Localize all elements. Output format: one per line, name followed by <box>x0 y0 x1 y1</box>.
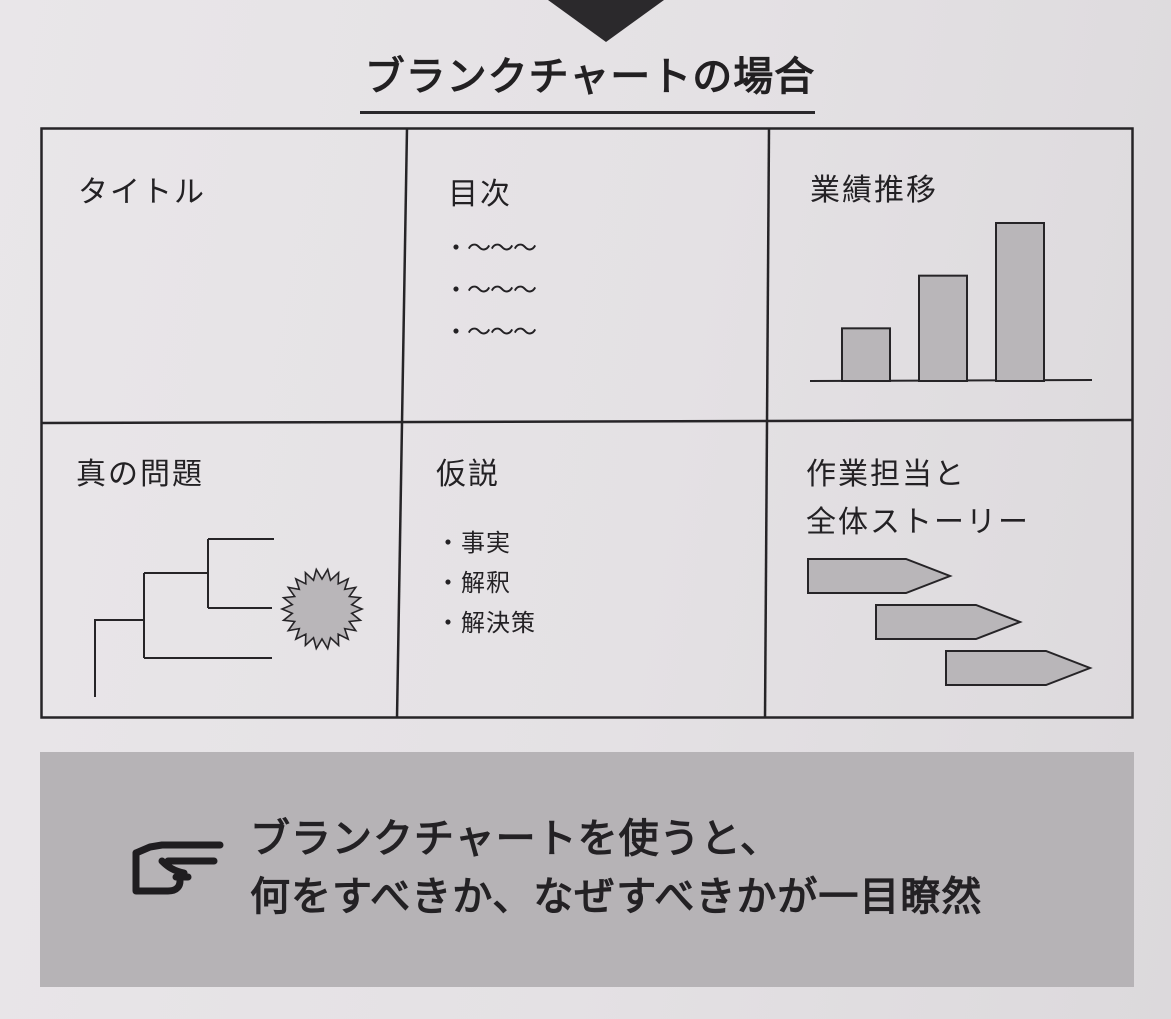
bar-graphic <box>809 222 1093 383</box>
blank-chart-grid: タイトル 目次 ・〜〜〜 ・〜〜〜 ・〜〜〜 業績推移 真の問題 仮説 ・事実 … <box>40 127 1134 719</box>
step-arrow-3 <box>945 650 1093 686</box>
list-item: ・解決策 <box>436 609 536 637</box>
step-arrow-2 <box>875 604 1023 640</box>
summary-callout: ブランクチャートを使うと、 何をすべきか、なぜすべきかが一目瞭然 <box>40 752 1134 987</box>
step-arrow-1 <box>807 558 953 594</box>
list-item: ・〜〜〜 <box>444 234 537 262</box>
cell-true-problem: 真の問題 <box>40 423 398 717</box>
cell-hypothesis: 仮説 ・事実 ・解釈 ・解決策 <box>400 423 764 717</box>
list-item: ・〜〜〜 <box>444 276 537 304</box>
problem-burst-icon <box>279 567 365 651</box>
cell-label: 目次 <box>448 177 512 212</box>
cell-assignment: 作業担当と 全体ストーリー <box>766 423 1132 717</box>
performance-bar <box>841 327 891 382</box>
list-item: ・解釈 <box>436 569 511 597</box>
callout-line-1: ブランクチャートを使うと、 <box>250 816 781 862</box>
list-item: ・事実 <box>436 529 511 557</box>
title-underline <box>360 111 815 114</box>
section-title: ブランクチャートの場合 <box>364 54 816 100</box>
cell-label: 仮説 <box>436 457 500 492</box>
list-item: ・〜〜〜 <box>444 318 537 346</box>
callout-line-2: 何をすべきか、なぜすべきかが一目瞭然 <box>250 874 983 920</box>
performance-bar <box>995 222 1045 382</box>
story-arrows-graphic <box>807 558 1093 686</box>
callout-message: ブランクチャートを使うと、 何をすべきか、なぜすべきかが一目瞭然 <box>250 810 1110 926</box>
cell-title-slide: タイトル <box>40 127 402 421</box>
performance-bar <box>918 274 968 383</box>
logic-tree-graphic <box>94 538 365 697</box>
cell-label: タイトル <box>78 175 206 210</box>
pointing-hand-icon <box>132 841 224 895</box>
hypothesis-list: ・事実 ・解釈 ・解決策 <box>436 523 536 643</box>
cell-toc: 目次 ・〜〜〜 ・〜〜〜 ・〜〜〜 <box>406 127 768 421</box>
toc-list: ・〜〜〜 ・〜〜〜 ・〜〜〜 <box>444 227 537 353</box>
cell-performance: 業績推移 <box>770 127 1132 421</box>
down-arrow-icon <box>548 0 664 42</box>
